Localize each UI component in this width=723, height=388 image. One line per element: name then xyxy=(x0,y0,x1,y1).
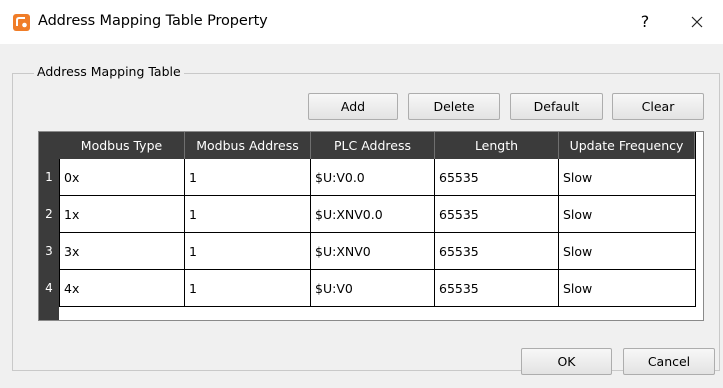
table-cell[interactable]: 1 xyxy=(185,159,311,196)
help-button[interactable]: ? xyxy=(634,11,656,33)
table-cell[interactable]: 3x xyxy=(59,233,185,270)
row-number: 1 xyxy=(45,170,53,184)
column-header-modbus-type[interactable]: Modbus Type xyxy=(59,132,185,159)
app-icon xyxy=(13,14,30,31)
group-label: Address Mapping Table xyxy=(34,64,184,79)
table-cell[interactable]: 1 xyxy=(185,270,311,307)
window-title: Address Mapping Table Property xyxy=(38,13,268,29)
close-button[interactable] xyxy=(684,9,710,35)
address-mapping-table: Modbus Type Modbus Address PLC Address L… xyxy=(38,131,704,321)
table-cell[interactable]: $U:XNV0.0 xyxy=(311,196,435,233)
table-cell[interactable]: 65535 xyxy=(435,159,559,196)
table-cell[interactable]: 1 xyxy=(185,196,311,233)
column-header-update-frequency[interactable]: Update Frequency xyxy=(559,132,695,159)
table-cell[interactable]: 65535 xyxy=(435,270,559,307)
close-icon xyxy=(691,16,703,28)
table-cell[interactable]: Slow xyxy=(559,196,696,233)
clear-button[interactable]: Clear xyxy=(612,93,704,120)
column-header-plc-address[interactable]: PLC Address xyxy=(311,132,435,159)
table-cell[interactable]: $U:V0.0 xyxy=(311,159,435,196)
cancel-button[interactable]: Cancel xyxy=(623,348,715,375)
table-cell[interactable]: Slow xyxy=(559,159,696,196)
row-number: 3 xyxy=(45,244,53,258)
delete-button[interactable]: Delete xyxy=(408,93,500,120)
title-bar: Address Mapping Table Property ? xyxy=(0,0,723,44)
add-button[interactable]: Add xyxy=(308,93,398,120)
table-cell[interactable]: 1 xyxy=(185,233,311,270)
row-number: 2 xyxy=(45,207,53,221)
table-cell[interactable]: Slow xyxy=(559,270,696,307)
table-cell[interactable]: 4x xyxy=(59,270,185,307)
table-cell[interactable]: $U:V0 xyxy=(311,270,435,307)
table-cell[interactable]: 0x xyxy=(59,159,185,196)
table-cell[interactable]: 1x xyxy=(59,196,185,233)
column-header-modbus-address[interactable]: Modbus Address xyxy=(185,132,311,159)
default-button[interactable]: Default xyxy=(510,93,603,120)
table-cell[interactable]: 65535 xyxy=(435,233,559,270)
column-header-length[interactable]: Length xyxy=(435,132,559,159)
table-cell[interactable]: $U:XNV0 xyxy=(311,233,435,270)
header-filler xyxy=(695,132,703,159)
ok-button[interactable]: OK xyxy=(521,348,612,375)
table-cell[interactable]: Slow xyxy=(559,233,696,270)
row-number: 4 xyxy=(45,281,53,295)
table-cell[interactable]: 65535 xyxy=(435,196,559,233)
